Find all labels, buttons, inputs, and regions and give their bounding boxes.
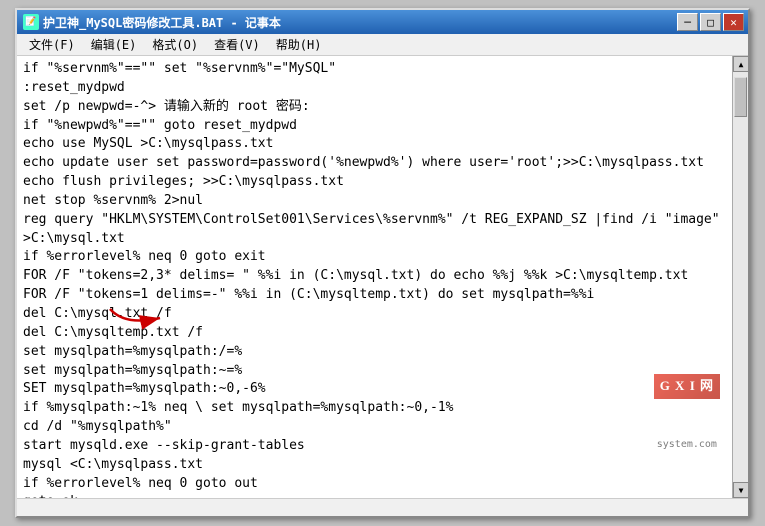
code-line: if %mysqlpath:~1% neq \ set mysqlpath=%m…: [23, 399, 726, 418]
menu-view[interactable]: 查看(V): [206, 36, 268, 53]
code-line: :reset_mydpwd: [23, 79, 726, 98]
code-line: echo flush privileges; >>C:\mysqlpass.tx…: [23, 173, 726, 192]
scroll-up-button[interactable]: ▲: [733, 56, 748, 72]
code-line: del C:\mysql.txt /f: [23, 305, 726, 324]
window-title: 护卫神_MySQL密码修改工具.BAT - 记事本: [43, 14, 281, 31]
code-line: SET mysqlpath=%mysqlpath:~0,-6%: [23, 380, 726, 399]
code-line: FOR /F "tokens=2,3* delims= " %%i in (C:…: [23, 267, 726, 286]
menu-help[interactable]: 帮助(H): [268, 36, 330, 53]
title-bar-left: 📝 护卫神_MySQL密码修改工具.BAT - 记事本: [23, 14, 281, 31]
scroll-thumb[interactable]: [734, 77, 747, 117]
code-line: set mysqlpath=%mysqlpath:/=%: [23, 343, 726, 362]
menu-file[interactable]: 文件(F): [21, 36, 83, 53]
scroll-down-button[interactable]: ▼: [733, 482, 748, 498]
code-line: net stop %servnm% 2>nul: [23, 192, 726, 211]
content-area: if "%servnm%"=="" set "%servnm%"="MySQL"…: [17, 56, 748, 498]
code-line: start mysqld.exe --skip-grant-tables: [23, 437, 726, 456]
close-button[interactable]: ✕: [723, 13, 744, 31]
code-line: reg query "HKLM\SYSTEM\ControlSet001\Ser…: [23, 211, 726, 230]
code-line: set /p newpwd=-^> 请输入新的 root 密码:: [23, 98, 726, 117]
code-line: >C:\mysql.txt: [23, 230, 726, 249]
menu-bar: 文件(F) 编辑(E) 格式(O) 查看(V) 帮助(H): [17, 34, 748, 56]
code-line: echo use MySQL >C:\mysqlpass.txt: [23, 135, 726, 154]
title-controls: ─ □ ✕: [677, 13, 744, 31]
code-line: if "%servnm%"=="" set "%servnm%"="MySQL": [23, 60, 726, 79]
code-line: if %errorlevel% neq 0 goto out: [23, 475, 726, 494]
code-line: set mysqlpath=%mysqlpath:~=%: [23, 362, 726, 381]
code-line: if "%newpwd%"=="" goto reset_mydpwd: [23, 117, 726, 136]
maximize-button[interactable]: □: [700, 13, 721, 31]
code-line: if %errorlevel% neq 0 goto exit: [23, 248, 726, 267]
code-line: echo update user set password=password('…: [23, 154, 726, 173]
code-line: cd /d "%mysqlpath%": [23, 418, 726, 437]
vertical-scrollbar[interactable]: ▲ ▼: [732, 56, 748, 498]
app-icon: 📝: [23, 14, 39, 30]
menu-format[interactable]: 格式(O): [144, 36, 206, 53]
minimize-button[interactable]: ─: [677, 13, 698, 31]
title-bar: 📝 护卫神_MySQL密码修改工具.BAT - 记事本 ─ □ ✕: [17, 10, 748, 34]
text-editor[interactable]: if "%servnm%"=="" set "%servnm%"="MySQL"…: [17, 56, 732, 498]
main-window: 📝 护卫神_MySQL密码修改工具.BAT - 记事本 ─ □ ✕ 文件(F) …: [15, 8, 750, 518]
code-line: goto ok: [23, 493, 726, 498]
scroll-track[interactable]: [733, 72, 748, 482]
code-line: FOR /F "tokens=1 delims=-" %%i in (C:\my…: [23, 286, 726, 305]
code-line: mysql <C:\mysqlpass.txt: [23, 456, 726, 475]
status-bar: [17, 498, 748, 516]
code-line: del C:\mysqltemp.txt /f: [23, 324, 726, 343]
watermark: G X I 网 system.com: [654, 337, 720, 490]
menu-edit[interactable]: 编辑(E): [83, 36, 145, 53]
